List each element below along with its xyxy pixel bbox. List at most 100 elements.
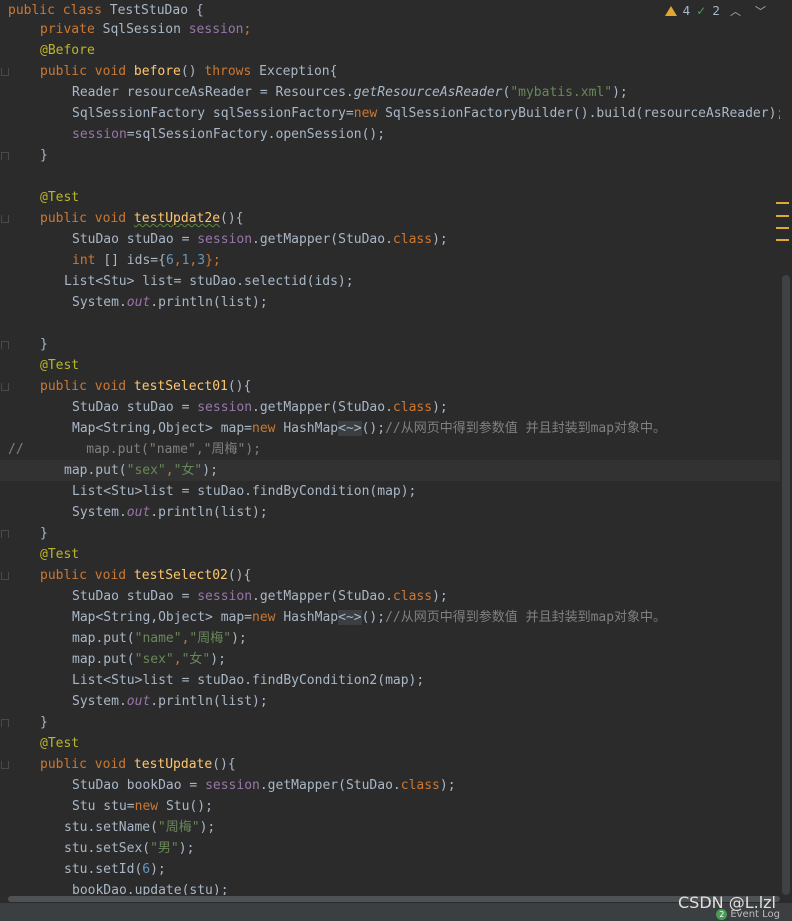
token-brace: } (40, 148, 48, 163)
token-punct: ); (231, 631, 247, 646)
token-comment: //从网页中得到参数值 并且封装到map对象中。 (385, 610, 667, 625)
code-line-current[interactable]: map.put("sex","女"); (0, 460, 780, 481)
fold-marker-icon[interactable] (1, 383, 9, 391)
token-text: List<Stu> list= stuDao.selectid(ids); (64, 274, 354, 289)
token-field: session (205, 778, 260, 793)
token-text: Stu stu= (72, 799, 135, 814)
token-method: testSelect02 (133, 568, 228, 583)
status-bar (0, 903, 792, 921)
token-keyword: class (392, 232, 433, 247)
token-comment: //从网页中得到参数值 并且封装到map对象中。 (385, 421, 667, 436)
token-punct: ; (243, 22, 252, 37)
token-text: [] ids={ (103, 253, 166, 268)
token-punct: ); (210, 652, 226, 667)
token-text: Map<String,Object> map= (72, 610, 253, 625)
event-log-button[interactable]: 2 Event Log (716, 909, 780, 920)
token-field: session (197, 589, 253, 604)
token-method: before (133, 64, 181, 79)
token-keyword: new (252, 610, 284, 625)
inspection-widget[interactable]: 4 ✓ 2 ︿ ﹀ (664, 3, 770, 19)
fold-marker-icon[interactable] (1, 341, 9, 349)
token-string: "周梅" (157, 820, 200, 835)
token-text: map.put( (72, 652, 135, 667)
event-log-label: Event Log (730, 909, 780, 920)
token-static-field: out (126, 505, 151, 520)
token-annotation: @Before (40, 43, 95, 58)
token-string: "sex" (126, 463, 166, 478)
token-text: .println(list); (150, 694, 268, 709)
token-text: SqlSessionFactoryBuilder().build(resourc… (385, 106, 780, 121)
token-text: HashMap (283, 610, 339, 625)
token-punct: ); (439, 778, 456, 793)
token-punct: ); (199, 820, 216, 835)
token-text: Reader resourceAsReader = Resources. (72, 85, 354, 100)
token-number: 6 (165, 253, 174, 268)
token-punct: (){ (227, 379, 252, 394)
token-brace: } (40, 337, 48, 352)
fold-marker-icon[interactable] (1, 530, 9, 538)
token-punct: ); (432, 400, 448, 415)
chevron-down-icon[interactable]: ﹀ (751, 3, 770, 19)
token-string: "男" (150, 841, 179, 856)
token-method: testSelect01 (133, 379, 228, 394)
token-punct: (){ (220, 211, 244, 226)
token-keyword: public void (40, 568, 134, 583)
token-diamond-fold[interactable]: <~> (338, 421, 362, 436)
token-annotation: @Test (40, 547, 80, 562)
token-string: "name" (134, 631, 182, 646)
fold-marker-icon[interactable] (1, 68, 9, 76)
error-stripe-mark[interactable] (776, 227, 789, 229)
fold-marker-icon[interactable] (1, 572, 9, 580)
token-punct: ); (178, 841, 195, 856)
horizontal-scrollbar[interactable] (0, 895, 780, 903)
token-number: 3 (197, 253, 206, 268)
token-type: Exception{ (259, 64, 338, 79)
token-text: Map<String,Object> map= (72, 421, 253, 436)
error-stripe-mark[interactable] (776, 202, 789, 204)
token-keyword: class (392, 400, 433, 415)
token-keyword: public void (40, 379, 134, 394)
warning-icon (664, 6, 677, 16)
token-text: .getMapper(StuDao. (252, 589, 393, 604)
error-stripe-mark[interactable] (776, 215, 789, 217)
token-comment: // map.put("name","周梅"); (8, 442, 261, 457)
token-punct: ); (202, 463, 218, 478)
fold-marker-icon[interactable] (1, 215, 9, 223)
token-field: session (188, 22, 244, 37)
token-diamond-fold[interactable]: <~> (338, 610, 362, 625)
error-stripe-mark[interactable] (776, 239, 789, 241)
fold-marker-icon[interactable] (1, 761, 9, 769)
token-keyword: public class (8, 3, 110, 18)
fold-marker-icon[interactable] (1, 719, 9, 727)
token-text: map.put( (72, 631, 135, 646)
token-text: Stu(); (165, 799, 213, 814)
code-editor[interactable]: public class TestStuDao { private SqlSes… (0, 0, 780, 895)
token-string: "女" (181, 652, 211, 667)
token-punct: ); (150, 862, 166, 877)
fold-marker-icon[interactable] (1, 152, 9, 160)
token-punct: { (188, 3, 204, 18)
token-string: "女" (173, 463, 203, 478)
token-punct: ); (432, 232, 448, 247)
token-text: System. (72, 295, 127, 310)
token-keyword: new (353, 106, 386, 121)
token-text: map.put( (64, 463, 127, 478)
token-keyword: class (400, 778, 440, 793)
token-punct: (); (361, 610, 386, 625)
token-method: testUpdat2e (133, 211, 221, 226)
token-punct: , (173, 253, 182, 268)
weak-warning-count: 2 (712, 4, 720, 18)
token-field: session (197, 400, 253, 415)
token-keyword: throws (204, 64, 260, 79)
token-text: StuDao bookDao = (72, 778, 206, 793)
chevron-up-icon[interactable]: ︿ (726, 3, 745, 19)
token-text: =sqlSessionFactory.openSession(); (126, 127, 386, 142)
token-number: 6 (142, 862, 151, 877)
token-text: System. (72, 505, 127, 520)
event-log-badge: 2 (716, 909, 728, 920)
vertical-scrollbar[interactable] (782, 275, 790, 895)
token-field: session (72, 127, 127, 142)
token-brace: } (40, 526, 48, 541)
token-punct: () (180, 64, 205, 79)
horizontal-scroll-thumb[interactable] (8, 896, 780, 902)
